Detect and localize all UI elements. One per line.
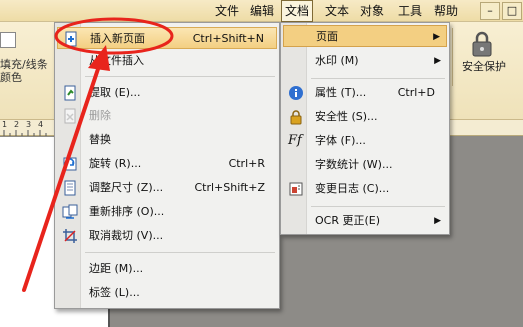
menu-item-label: 属性 (T)... bbox=[315, 86, 367, 99]
menu-item-security[interactable]: 安全性 (S)... bbox=[283, 106, 447, 128]
menu-item-insert-new-page[interactable]: 插入新页面 Ctrl+Shift+N bbox=[57, 27, 277, 49]
reorder-icon bbox=[62, 204, 78, 219]
menu-file[interactable]: 文件 bbox=[212, 0, 242, 22]
menu-item-label: OCR 更正(E) bbox=[315, 214, 381, 227]
menu-item-delete: 删除 bbox=[57, 105, 277, 127]
menu-item-extract[interactable]: 提取 (E)... bbox=[57, 82, 277, 104]
submenu-arrow-icon: ▶ bbox=[434, 216, 441, 226]
menu-item-word-count[interactable]: 字数统计 (W)... bbox=[283, 154, 447, 176]
menu-item-label: 从文件插入 bbox=[89, 54, 144, 67]
document-submenu: 页面 ▶ 水印 (M) ▶ 属性 (T)... Ctrl+D 安全性 (S)..… bbox=[280, 22, 450, 235]
menu-item-replace[interactable]: 替换 bbox=[57, 129, 277, 151]
info-icon bbox=[289, 86, 303, 100]
menu-item-label: 替换 bbox=[89, 133, 111, 146]
menu-object[interactable]: 对象 bbox=[357, 0, 387, 22]
menu-edit[interactable]: 编辑 bbox=[247, 0, 277, 22]
menu-help[interactable]: 帮助 bbox=[431, 0, 461, 22]
menu-item-shortcut: Ctrl+Shift+Z bbox=[194, 181, 265, 194]
ruler-number: 4 bbox=[38, 120, 44, 129]
menu-item-insert-from-file[interactable]: 从文件插入 bbox=[57, 50, 277, 72]
menu-item-reorder[interactable]: 重新排序 (O)... bbox=[57, 201, 277, 223]
menu-separator bbox=[85, 252, 275, 253]
menu-bar: 文件 编辑 文档 文本 对象 工具 帮助 – □ bbox=[0, 0, 523, 22]
menu-separator bbox=[311, 206, 445, 207]
menu-item-label: 字体 (F)... bbox=[315, 134, 366, 147]
restore-icon[interactable]: □ bbox=[502, 2, 522, 20]
menu-item-rotate[interactable]: 旋转 (R)... Ctrl+R bbox=[57, 153, 277, 175]
menu-item-label: 插入新页面 bbox=[90, 32, 145, 45]
security-protect-label[interactable]: 安全保护 bbox=[462, 58, 506, 74]
delete-page-icon bbox=[64, 108, 76, 124]
menu-item-label: 边距 (M)... bbox=[89, 262, 144, 275]
menu-tools[interactable]: 工具 bbox=[395, 0, 425, 22]
extract-icon bbox=[64, 85, 76, 101]
font-icon: Ff bbox=[288, 133, 302, 148]
insert-page-icon bbox=[65, 31, 77, 47]
document-menu: 插入新页面 Ctrl+Shift+N 从文件插入 提取 (E)... 删除 替换… bbox=[54, 22, 280, 309]
menu-item-label: 旋转 (R)... bbox=[89, 157, 142, 170]
menu-item-uncrop[interactable]: 取消裁切 (V)... bbox=[57, 225, 277, 247]
menu-item-label: 水印 (M) bbox=[315, 54, 359, 67]
menu-item-shortcut: Ctrl+D bbox=[397, 86, 435, 99]
uncrop-icon bbox=[63, 229, 77, 243]
rotate-icon bbox=[63, 157, 77, 171]
menu-separator bbox=[85, 76, 275, 77]
fill-color-swatch[interactable] bbox=[0, 32, 16, 48]
menu-document[interactable]: 文档 bbox=[281, 0, 314, 22]
menu-item-watermark[interactable]: 水印 (M) ▶ bbox=[283, 50, 447, 72]
fill-line-color-label: 填充/线条颜色 bbox=[0, 58, 48, 84]
menu-item-label: 安全性 (S)... bbox=[315, 110, 378, 123]
menu-item-changelog[interactable]: 变更日志 (C)... bbox=[283, 178, 447, 200]
menu-item-label: 提取 (E)... bbox=[89, 86, 141, 99]
submenu-arrow-icon: ▶ bbox=[433, 32, 440, 42]
menu-item-label: 调整尺寸 (Z)... bbox=[89, 181, 164, 194]
minimize-icon[interactable]: – bbox=[480, 2, 500, 20]
menu-item-label: 字数统计 (W)... bbox=[315, 158, 393, 171]
menu-item-label: 页面 bbox=[316, 30, 338, 43]
security-lock-icon[interactable] bbox=[470, 30, 494, 58]
menu-item-shortcut: Ctrl+Shift+N bbox=[192, 32, 264, 45]
ruler-number: 2 bbox=[14, 120, 20, 129]
menu-item-pages[interactable]: 页面 ▶ bbox=[283, 25, 447, 47]
ruler-number: 1 bbox=[2, 120, 8, 129]
menu-item-shortcut: Ctrl+R bbox=[228, 157, 265, 170]
changelog-icon bbox=[289, 182, 303, 196]
menu-item-label: 变更日志 (C)... bbox=[315, 182, 390, 195]
menu-item-resize[interactable]: 调整尺寸 (Z)... Ctrl+Shift+Z bbox=[57, 177, 277, 199]
menu-item-margins[interactable]: 边距 (M)... bbox=[57, 258, 277, 280]
menu-item-ocr-correction[interactable]: OCR 更正(E) ▶ bbox=[283, 210, 447, 232]
menu-text[interactable]: 文本 bbox=[322, 0, 352, 22]
menu-item-label: 删除 bbox=[89, 109, 111, 122]
menu-item-label: 标签 (L)... bbox=[89, 286, 140, 299]
menu-item-label: 取消裁切 (V)... bbox=[89, 229, 164, 242]
menu-item-labels[interactable]: 标签 (L)... bbox=[57, 282, 277, 304]
menu-item-properties[interactable]: 属性 (T)... Ctrl+D bbox=[283, 82, 447, 104]
resize-icon bbox=[64, 180, 76, 196]
lock-icon bbox=[290, 110, 302, 125]
ruler-number: 3 bbox=[26, 120, 32, 129]
toolbar-separator bbox=[452, 28, 453, 86]
submenu-arrow-icon: ▶ bbox=[434, 56, 441, 66]
menu-item-fonts[interactable]: Ff 字体 (F)... bbox=[283, 130, 447, 152]
menu-separator bbox=[311, 78, 445, 79]
menu-item-label: 重新排序 (O)... bbox=[89, 205, 165, 218]
